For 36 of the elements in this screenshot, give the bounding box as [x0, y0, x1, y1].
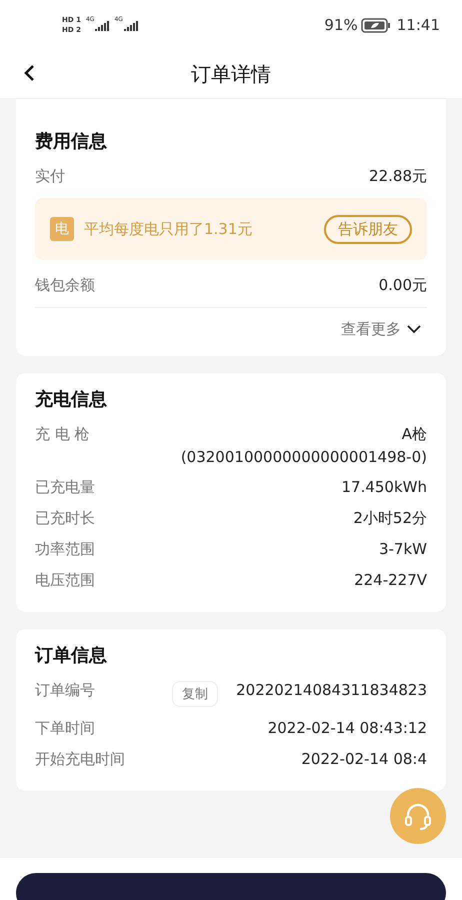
row-value: 17.450kWh — [341, 478, 427, 496]
page-title: 订单详情 — [191, 60, 271, 88]
row-label: 电压范围 — [35, 571, 95, 590]
row-value: 3-7kW — [378, 540, 427, 558]
row-value: 20220214084311834823 — [236, 681, 427, 699]
headset-icon — [403, 801, 433, 831]
row-label: 已充时长 — [35, 509, 95, 528]
row-value: 2022-02-14 08:43:12 — [268, 719, 427, 737]
row-value: 2小时52分 — [353, 509, 427, 528]
battery-icon — [360, 18, 391, 32]
section-title: 费用信息 — [35, 130, 108, 153]
row-label: 实付 — [35, 167, 65, 186]
row-value: 22.88元 — [369, 167, 427, 186]
section-title: 充电信息 — [35, 388, 108, 411]
chevron-down-icon — [407, 325, 421, 334]
row-label: 钱包余额 — [35, 276, 95, 295]
row-value: A枪 — [402, 425, 427, 444]
row-value: (03200100000000000001498-0) — [180, 448, 427, 466]
promo-text: 平均每度电只用了1.31元 — [84, 220, 254, 238]
row-value: 224-227V — [354, 571, 427, 589]
row-label: 订单编号 — [35, 681, 95, 700]
row-label: 充 电 枪 — [35, 425, 90, 444]
section-title: 订单信息 — [35, 644, 108, 667]
row-label: 已充电量 — [35, 478, 95, 497]
more-link[interactable]: 查看更多 — [335, 308, 427, 340]
copy-button[interactable]: 复制 — [172, 681, 218, 707]
share-button[interactable]: 告诉朋友 — [324, 214, 412, 244]
row-label: 下单时间 — [35, 719, 95, 738]
clock: 11:41 — [396, 16, 440, 34]
row-value: 0.00元 — [378, 276, 427, 295]
electric-badge: 电 — [50, 217, 74, 241]
row-label: 开始充电时间 — [35, 750, 125, 769]
row-label: 功率范围 — [35, 540, 95, 559]
battery-percent: 91% — [324, 16, 358, 34]
back-icon[interactable] — [22, 64, 36, 82]
row-value: 2022-02-14 08:4 — [301, 750, 427, 768]
